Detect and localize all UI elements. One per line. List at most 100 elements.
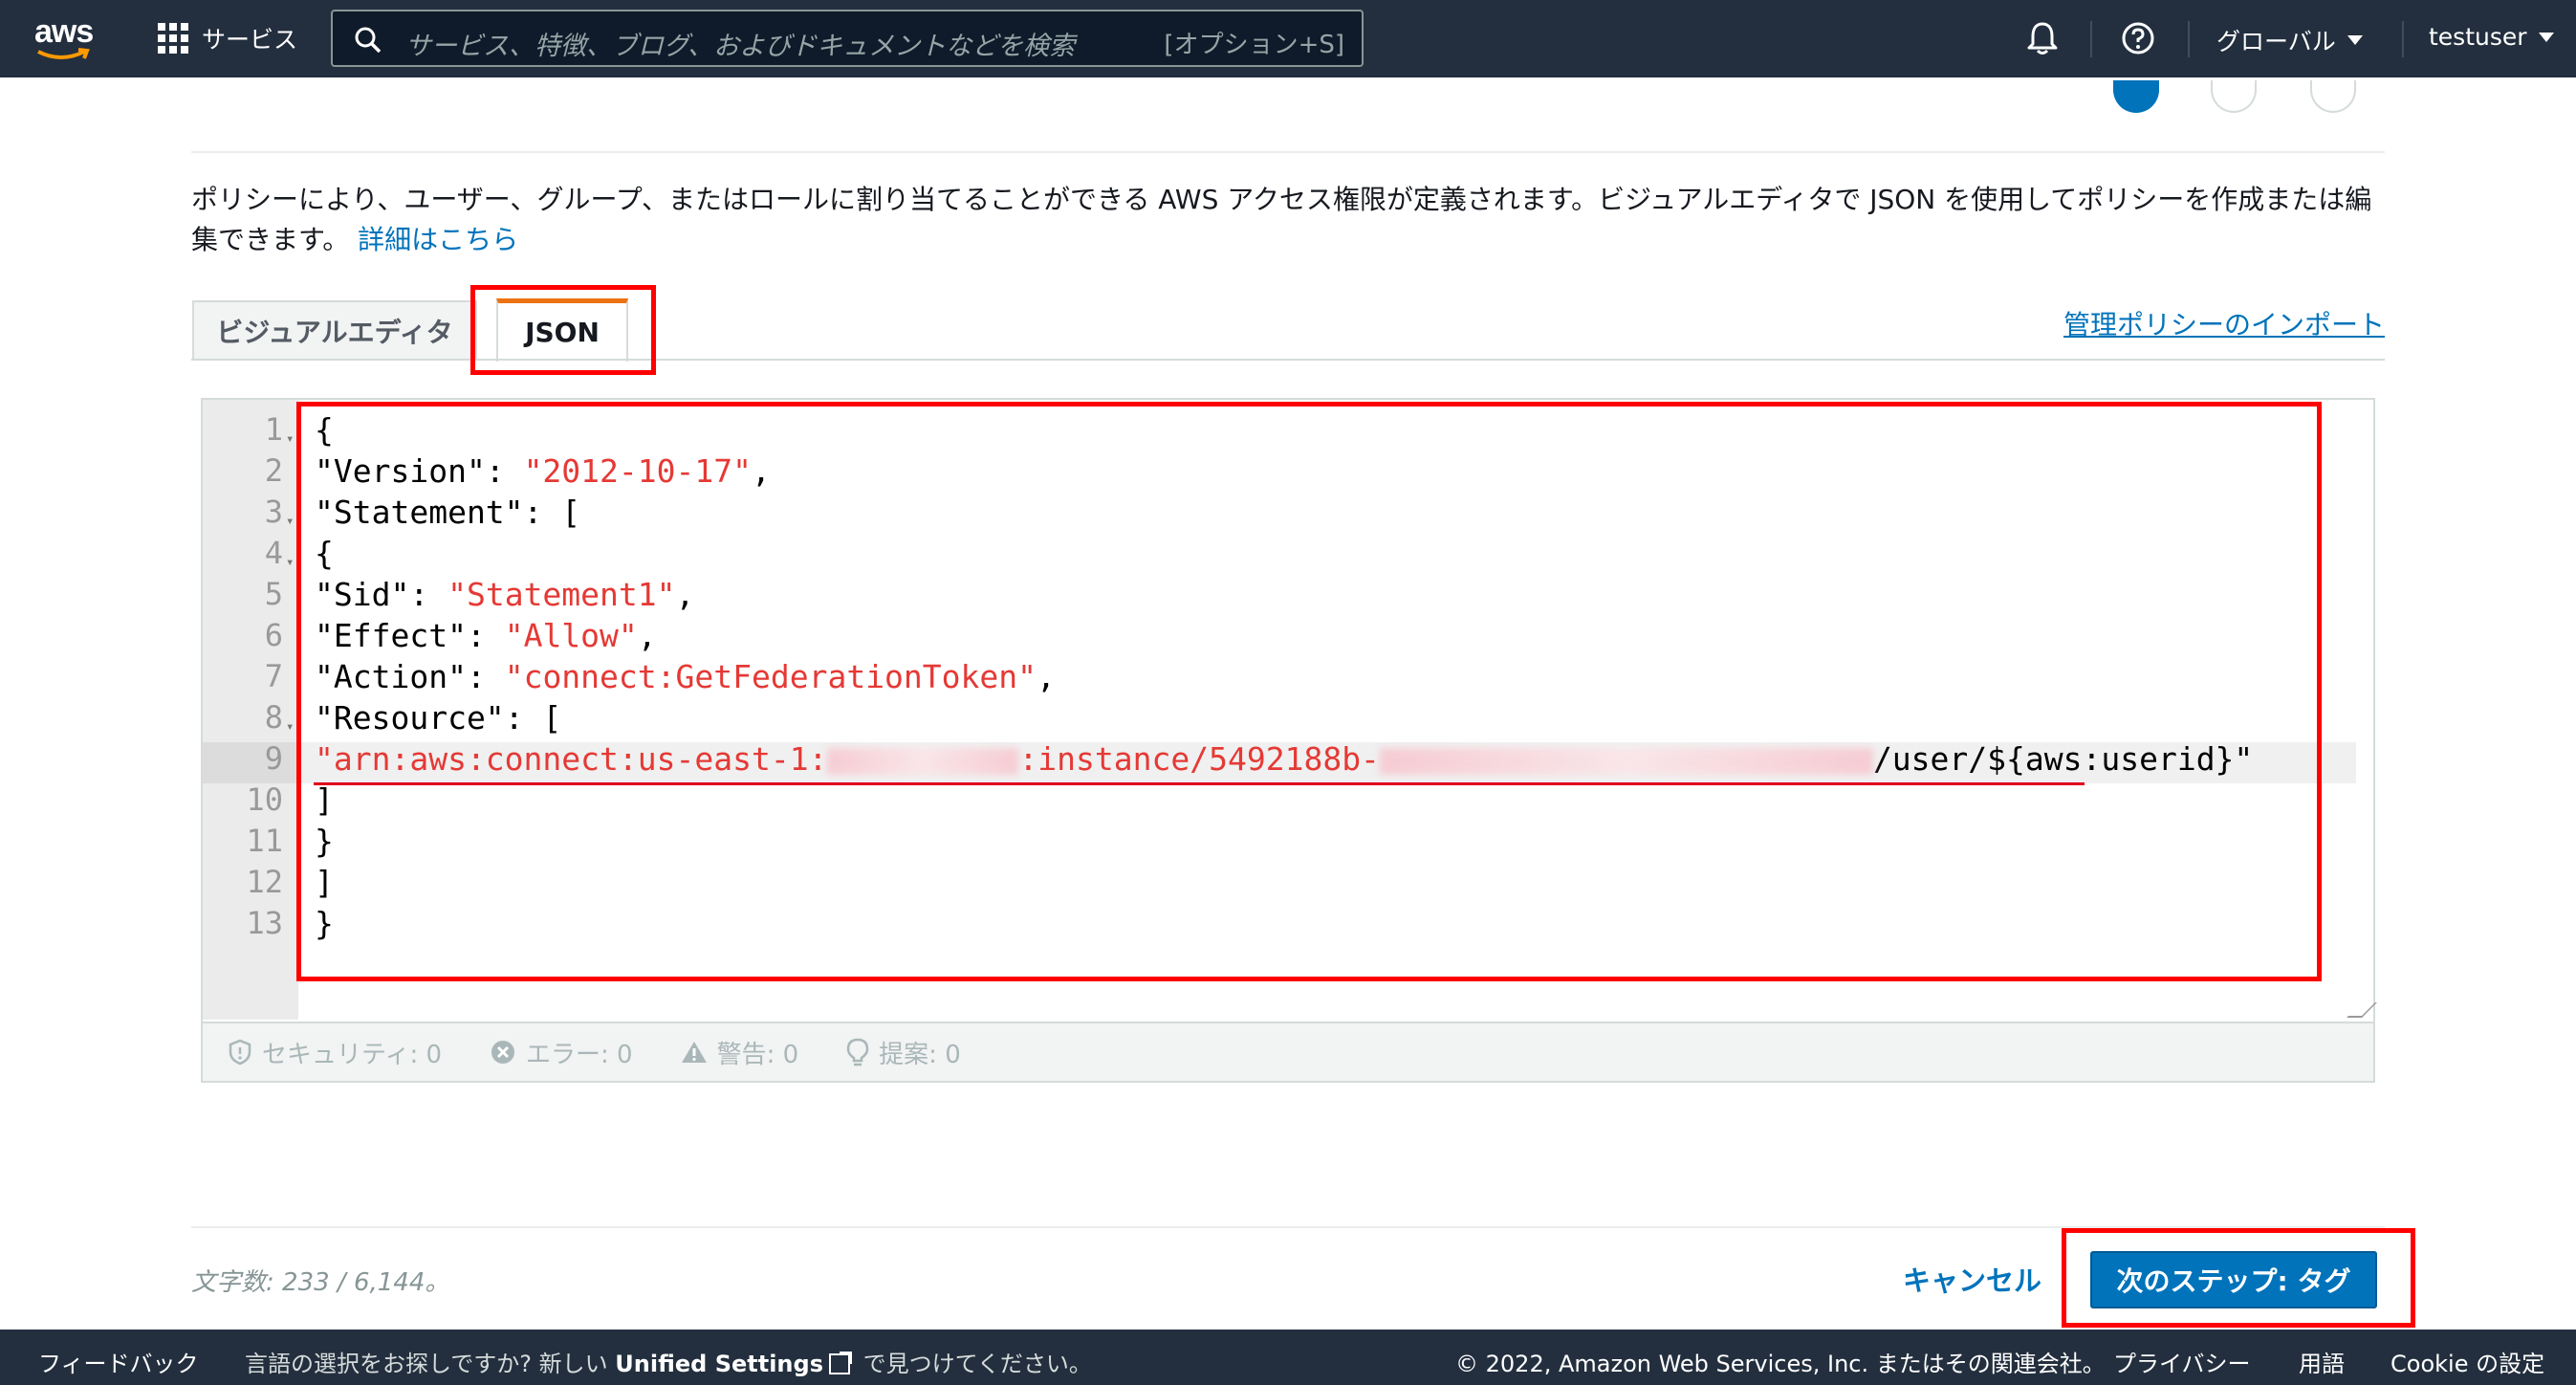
code-line[interactable]: 6 "Effect": "Allow",: [203, 615, 2364, 656]
json-punctuation: ]: [315, 864, 334, 901]
error-icon: [491, 1041, 515, 1064]
region-selector[interactable]: グローバル: [2216, 23, 2363, 57]
line-number: 9: [264, 740, 283, 777]
json-key: "Sid": [315, 576, 410, 613]
warning-icon: [681, 1042, 707, 1063]
warning-count: 警告: 0: [716, 1040, 799, 1069]
line-number: 4: [264, 535, 283, 571]
copyright: © 2022, Amazon Web Services, Inc. またはその関…: [1455, 1351, 2106, 1377]
code-text: "Resource": [: [315, 697, 561, 738]
cookie-settings-link[interactable]: Cookie の設定: [2390, 1345, 2544, 1378]
feedback-link[interactable]: フィードバック: [38, 1345, 199, 1378]
json-separator: :: [504, 699, 543, 736]
bell-icon[interactable]: [2025, 20, 2060, 56]
tab-json[interactable]: JSON: [496, 298, 628, 362]
nav-divider: [2402, 21, 2404, 57]
lightbulb-icon: [846, 1038, 869, 1066]
code-text: ]: [315, 780, 334, 821]
code-line[interactable]: 7 "Action": "connect:GetFederationToken",: [203, 656, 2364, 697]
arn-prefix: "arn:aws:connect:us-east-1:: [315, 740, 828, 778]
code-line[interactable]: 13}: [203, 903, 2364, 944]
resize-handle[interactable]: [2347, 1002, 2377, 1018]
services-menu[interactable]: サービス: [158, 19, 297, 57]
json-punctuation: ,: [637, 617, 657, 654]
caret-down-icon: [2538, 32, 2554, 42]
code-line[interactable]: 1 ▾{: [203, 409, 2364, 451]
arn-instance: :instance/5492188b-: [1018, 740, 1380, 778]
json-brace: {: [315, 411, 334, 449]
json-punctuation: [: [561, 494, 581, 531]
error-status[interactable]: エラー: 0: [490, 1035, 633, 1070]
line-number: 3: [264, 494, 283, 530]
shield-icon: [229, 1039, 251, 1066]
json-punctuation: [: [542, 699, 562, 736]
cancel-button[interactable]: キャンセル: [1903, 1259, 2041, 1299]
unified-settings-link[interactable]: Unified Settings: [615, 1351, 823, 1377]
tab-visual-editor[interactable]: ビジュアルエディタ: [192, 300, 477, 360]
code-line[interactable]: 12]: [203, 862, 2364, 903]
json-editor[interactable]: 1 ▾{2 "Version": "2012-10-17", 3 ▾ "Statement…: [201, 398, 2377, 1083]
learn-more-link[interactable]: 詳細はこちら: [358, 224, 518, 255]
search-input[interactable]: サービス、特徴、ブログ、およびドキュメントなどを検索 [オプション+S]: [331, 10, 1364, 67]
arn-suffix: /user/${aws:userid}": [1872, 740, 2254, 778]
json-string-value: "2012-10-17": [523, 452, 752, 490]
json-separator: :: [409, 576, 448, 613]
code-line[interactable]: 8 ▾ "Resource": [: [203, 697, 2364, 738]
user-label: testuser: [2429, 23, 2527, 51]
code-line[interactable]: 4 ▾{: [203, 533, 2364, 574]
code-text: "Action": "connect:GetFederationToken",: [315, 656, 1056, 697]
aws-logo[interactable]: aws: [34, 13, 96, 63]
language-notice-prefix: 言語の選択をお探しですか? 新しい: [245, 1351, 608, 1377]
line-number: 7: [264, 658, 283, 694]
region-label: グローバル: [2216, 28, 2336, 55]
divider: [191, 1226, 2385, 1228]
line-number: 10: [246, 781, 283, 818]
json-punctuation: ]: [315, 781, 334, 819]
error-count: エラー: 0: [526, 1040, 633, 1069]
suggestion-status[interactable]: 提案: 0: [846, 1035, 961, 1070]
json-key: "Effect": [315, 617, 467, 654]
aws-logo-text: aws: [34, 13, 94, 50]
line-number: 12: [246, 864, 283, 900]
json-punctuation: }: [315, 823, 334, 860]
code-text: {: [315, 533, 334, 574]
privacy-link[interactable]: プライバシー: [2113, 1345, 2251, 1378]
grid-icon: [158, 23, 188, 54]
code-text: "arn:aws:connect:us-east-1: :instance/549…: [315, 738, 2253, 780]
line-number: 13: [246, 905, 283, 941]
warning-status[interactable]: 警告: 0: [681, 1035, 799, 1070]
top-navigation: aws サービス サービス、特徴、ブログ、およびドキュメントなどを検索 [オプシ…: [0, 0, 2576, 77]
code-line[interactable]: 9 "arn:aws:connect:us-east-1: :instance/54…: [203, 738, 2364, 780]
json-separator: :: [485, 452, 524, 490]
json-punctuation: ,: [1037, 658, 1056, 695]
code-text: "Effect": "Allow",: [315, 615, 657, 656]
terms-link[interactable]: 用語: [2299, 1345, 2345, 1378]
code-text: "Statement": [: [315, 492, 580, 533]
json-brace: {: [315, 535, 334, 572]
redacted-instance-id: [1379, 747, 1873, 775]
security-status[interactable]: セキュリティ: 0: [228, 1035, 442, 1070]
suggestion-count: 提案: 0: [879, 1040, 961, 1069]
next-step-tags-button[interactable]: 次のステップ: タグ: [2090, 1251, 2377, 1308]
import-managed-policy-link[interactable]: 管理ポリシーのインポート: [2063, 304, 2385, 342]
console-footer: フィードバック 言語の選択をお探しですか? 新しい Unified Settin…: [0, 1330, 2576, 1385]
json-key: "Action": [315, 658, 467, 695]
tab-divider: [191, 359, 2385, 361]
code-line[interactable]: 5 "Sid": "Statement1",: [203, 574, 2364, 615]
line-number: 1: [264, 411, 283, 448]
json-separator: :: [466, 658, 505, 695]
line-number: 11: [246, 823, 283, 859]
code-line[interactable]: 10]: [203, 780, 2364, 821]
json-key: "Statement": [315, 494, 524, 531]
code-line[interactable]: 3 ▾ "Statement": [: [203, 492, 2364, 533]
user-menu[interactable]: testuser: [2429, 23, 2554, 51]
code-text: }: [315, 903, 334, 944]
json-string-value: "Allow": [504, 617, 638, 654]
help-icon[interactable]: [2121, 21, 2155, 55]
code-line[interactable]: 2 "Version": "2012-10-17",: [203, 451, 2364, 492]
line-number: 6: [264, 617, 283, 653]
code-line[interactable]: 11}: [203, 821, 2364, 862]
json-separator: :: [466, 617, 505, 654]
json-string-value: "connect:GetFederationToken": [504, 658, 1037, 695]
editor-status-bar: セキュリティ: 0 エラー: 0 警告: 0 提案: 0: [203, 1022, 2373, 1081]
